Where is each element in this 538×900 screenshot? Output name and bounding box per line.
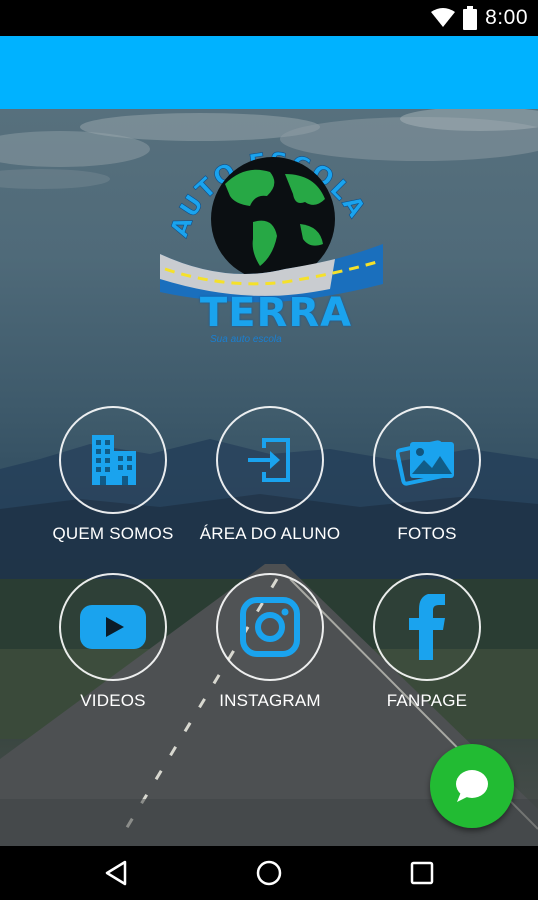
clock: 8:00 (485, 6, 528, 29)
facebook-icon (409, 594, 445, 660)
app-bar (0, 36, 538, 109)
chat-icon (456, 770, 488, 802)
status-bar: 8:00 (0, 0, 538, 36)
menu-fotos[interactable]: FOTOS (352, 406, 502, 546)
menu-label: QUEM SOMOS (52, 524, 174, 543)
menu-instagram[interactable]: INSTAGRAM (195, 573, 345, 713)
wifi-icon (431, 8, 456, 28)
menu-fanpage[interactable]: FANPAGE (352, 573, 502, 713)
home-button[interactable] (239, 846, 299, 900)
navigation-bar (0, 846, 538, 900)
menu-label: VIDEOS (80, 691, 146, 710)
menu-videos[interactable]: VIDEOS (38, 573, 188, 713)
recents-button[interactable] (392, 846, 452, 900)
menu-label: INSTAGRAM (219, 691, 321, 710)
chat-fab-button[interactable] (430, 744, 514, 828)
youtube-icon (80, 605, 146, 649)
recents-icon (410, 861, 433, 885)
menu-label: FANPAGE (386, 691, 468, 710)
home-icon (256, 860, 282, 886)
menu-instagram-circle[interactable] (216, 573, 324, 681)
menu-label: ÁREA DO ALUNO (199, 524, 341, 543)
logo-name: TERRA (199, 290, 353, 336)
menu-quem-somos[interactable]: QUEM SOMOS (38, 406, 188, 546)
menu-quem-somos-circle[interactable] (59, 406, 167, 514)
menu-fanpage-circle[interactable] (373, 573, 481, 681)
menu-label: FOTOS (397, 524, 457, 543)
menu-area-do-aluno[interactable]: ÁREA DO ALUNO (195, 406, 345, 546)
back-button[interactable] (86, 846, 146, 900)
photos-icon (396, 440, 454, 486)
menu-videos-circle[interactable] (59, 573, 167, 681)
logo-tagline: Sua auto escola (210, 334, 282, 345)
back-icon (106, 860, 127, 886)
building-icon (92, 435, 136, 485)
instagram-icon (240, 597, 300, 657)
menu-fotos-circle[interactable] (373, 406, 481, 514)
menu-area-do-aluno-circle[interactable] (216, 406, 324, 514)
battery-icon (463, 6, 478, 30)
login-icon (248, 438, 290, 482)
